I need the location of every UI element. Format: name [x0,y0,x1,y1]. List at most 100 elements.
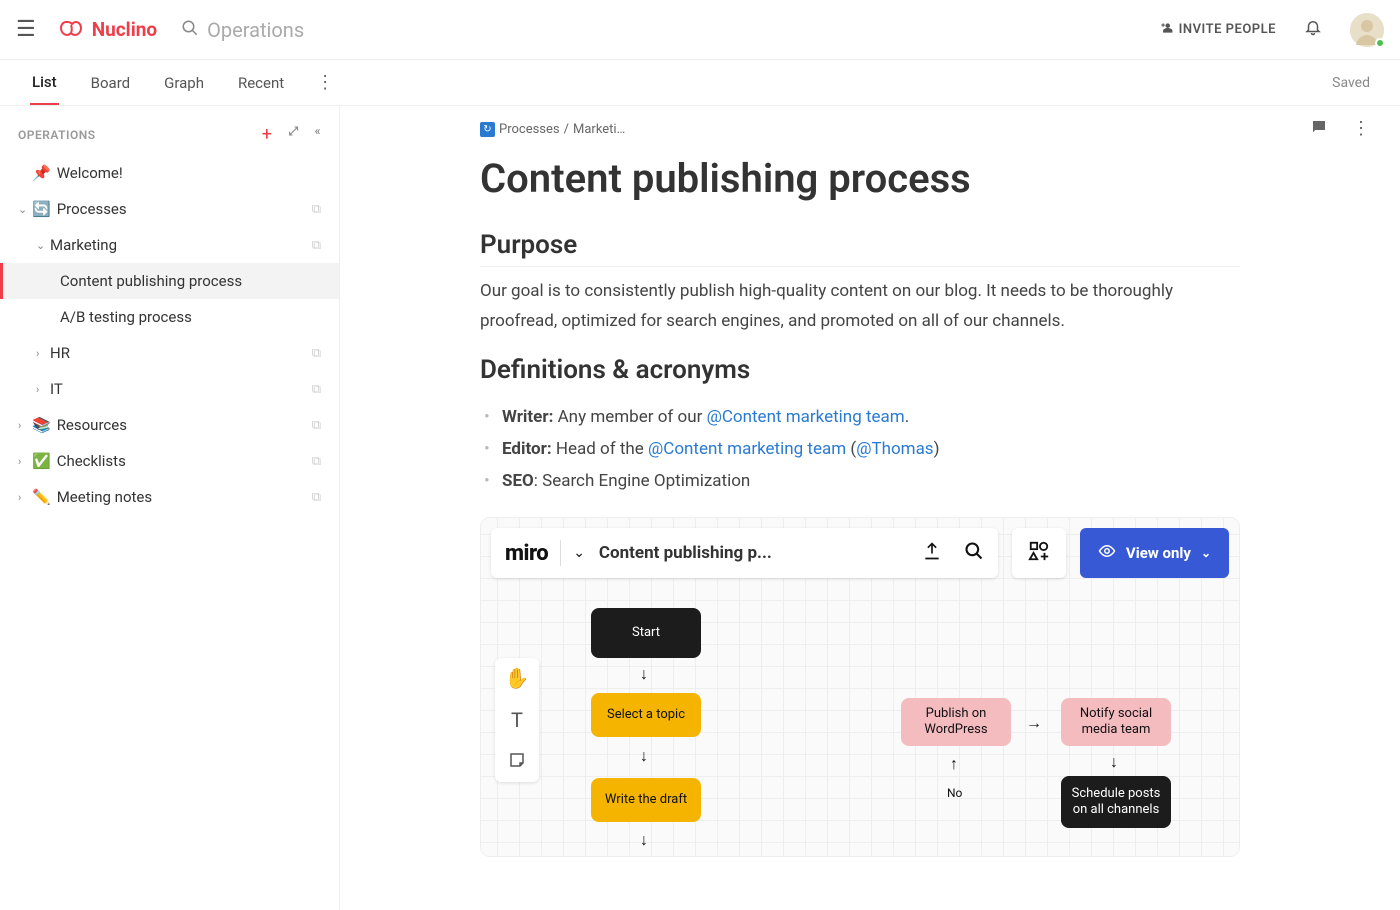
view-tab-recent[interactable]: Recent [236,62,286,104]
upload-icon[interactable] [922,541,942,566]
definition-item[interactable]: Editor: Head of the @Content marketing t… [480,433,1240,465]
definition-item[interactable]: Writer: Any member of our @Content marke… [480,401,1240,433]
arrow-icon: ↓ [640,830,648,850]
invite-label: INVITE PEOPLE [1179,22,1276,37]
sidebar-item-label: Content publishing process [60,272,242,290]
copy-icon[interactable]: ⧉ [312,202,321,217]
books-icon: 📚 [32,416,51,434]
definitions-list: Writer: Any member of our @Content marke… [480,401,1240,498]
page-title[interactable]: Content publishing process [480,155,1240,202]
sidebar-section-label: OPERATIONS [18,128,96,142]
copy-icon[interactable]: ⧉ [312,418,321,433]
view-tabs-bar: List Board Graph Recent ⋮ Saved [0,60,1400,106]
flow-node-publish-wordpress[interactable]: Publish on WordPress [901,698,1011,746]
arrow-icon: ↓ [640,746,648,766]
search-icon[interactable] [964,541,984,566]
sidebar-item-content-publishing[interactable]: Content publishing process [0,263,339,299]
chevron-down-icon: ⌄ [36,239,46,252]
sidebar-item-label: HR [50,344,70,362]
chevron-right-icon: › [18,455,28,468]
top-bar: ☰ Nuclino Operations INVITE PEOPLE [0,0,1400,60]
chevron-right-icon: › [18,419,28,432]
chevron-right-icon: › [18,491,28,504]
chevron-right-icon: › [36,347,46,360]
brain-icon [60,20,86,40]
purpose-paragraph[interactable]: Our goal is to consistently publish high… [480,277,1240,337]
section-heading-definitions[interactable]: Definitions & acronyms [480,355,1240,391]
cycle-icon: ↻ [480,122,495,137]
view-tab-board[interactable]: Board [89,62,132,104]
invite-people-button[interactable]: INVITE PEOPLE [1159,21,1276,39]
sidebar-item-label: Processes [57,200,127,218]
chevron-down-icon: ⌄ [18,203,28,216]
sidebar-item-label: A/B testing process [60,308,192,326]
text-tool-icon[interactable]: T [511,708,523,732]
content-area: ⋮ ↻ Processes / Marketi… Content publish… [340,106,1400,910]
miro-embed[interactable]: miro ⌄ Content publishing p... [480,517,1240,857]
copy-icon[interactable]: ⧉ [312,490,321,505]
miro-shapes-button[interactable] [1012,528,1066,578]
breadcrumb[interactable]: ↻ Processes / Marketi… [480,122,1240,137]
copy-icon[interactable]: ⧉ [312,346,321,361]
flow-node-schedule-posts[interactable]: Schedule posts on all channels [1061,776,1171,828]
sidebar-item-label: Meeting notes [57,488,152,506]
pin-icon: 📌 [32,164,51,182]
chevron-right-icon: › [36,383,46,396]
view-only-label: View only [1126,544,1191,562]
search-icon [181,18,199,42]
sidebar-item-marketing[interactable]: ⌄ Marketing ⧉ [0,227,339,263]
section-heading-purpose[interactable]: Purpose [480,230,1240,267]
mention-link[interactable]: @Content marketing team [707,407,905,427]
miro-board-title[interactable]: Content publishing p... [599,543,772,563]
menu-icon[interactable]: ☰ [16,17,36,42]
arrow-label-no: No [947,786,962,800]
sidebar-item-resources[interactable]: › 📚 Resources ⧉ [0,407,339,443]
comments-icon[interactable] [1310,118,1328,141]
sidebar-item-processes[interactable]: ⌄ 🔄 Processes ⧉ [0,191,339,227]
sidebar-item-meeting-notes[interactable]: › ✏️ Meeting notes ⧉ [0,479,339,515]
sidebar-item-label: IT [50,380,63,398]
mention-link[interactable]: @Content marketing team [648,439,846,459]
arrow-icon: → [1026,713,1042,733]
mention-link[interactable]: @Thomas [856,439,933,459]
search-placeholder: Operations [207,18,304,42]
sidebar-item-it[interactable]: › IT ⧉ [0,371,339,407]
flow-node-select-topic[interactable]: Select a topic [591,693,701,737]
notifications-icon[interactable] [1304,18,1322,41]
arrow-icon: ↑ [950,754,958,774]
cycle-icon: 🔄 [32,200,51,218]
sidebar-item-welcome[interactable]: 📌 Welcome! [0,155,339,191]
flow-node-notify-social[interactable]: Notify social media team [1061,698,1171,746]
presence-indicator [1375,38,1385,48]
sidebar-item-ab-testing[interactable]: A/B testing process [0,299,339,335]
breadcrumb-part: Marketi… [573,122,625,137]
miro-dropdown-icon[interactable]: ⌄ [573,545,585,561]
view-tab-list[interactable]: List [30,61,59,105]
view-tab-graph[interactable]: Graph [162,62,206,104]
miro-view-only-button[interactable]: View only ⌄ [1080,528,1229,578]
copy-icon[interactable]: ⧉ [312,238,321,253]
check-icon: ✅ [32,452,51,470]
sticky-note-tool-icon[interactable] [508,750,526,774]
sidebar-item-checklists[interactable]: › ✅ Checklists ⧉ [0,443,339,479]
pencil-icon: ✏️ [32,488,51,506]
page-more-icon[interactable]: ⋮ [1352,118,1370,141]
hand-tool-icon[interactable]: ✋ [505,666,530,690]
sidebar-item-label: Welcome! [57,164,123,182]
expand-icon[interactable]: ⤢ [288,124,298,145]
miro-logo[interactable]: miro [505,541,548,566]
definition-item[interactable]: SEO: Search Engine Optimization [480,465,1240,497]
collapse-sidebar-icon[interactable]: « [315,124,321,145]
brand-logo[interactable]: Nuclino [60,18,157,41]
user-avatar[interactable] [1350,13,1384,47]
sidebar-item-hr[interactable]: › HR ⧉ [0,335,339,371]
add-page-icon[interactable]: + [262,124,273,145]
copy-icon[interactable]: ⧉ [312,454,321,469]
breadcrumb-part: Processes [499,122,560,137]
view-more-icon[interactable]: ⋮ [316,72,334,93]
shapes-icon [1028,540,1050,567]
flow-node-start[interactable]: Start [591,608,701,658]
flow-node-write-draft[interactable]: Write the draft [591,778,701,822]
copy-icon[interactable]: ⧉ [312,382,321,397]
search-field[interactable]: Operations [181,18,304,42]
